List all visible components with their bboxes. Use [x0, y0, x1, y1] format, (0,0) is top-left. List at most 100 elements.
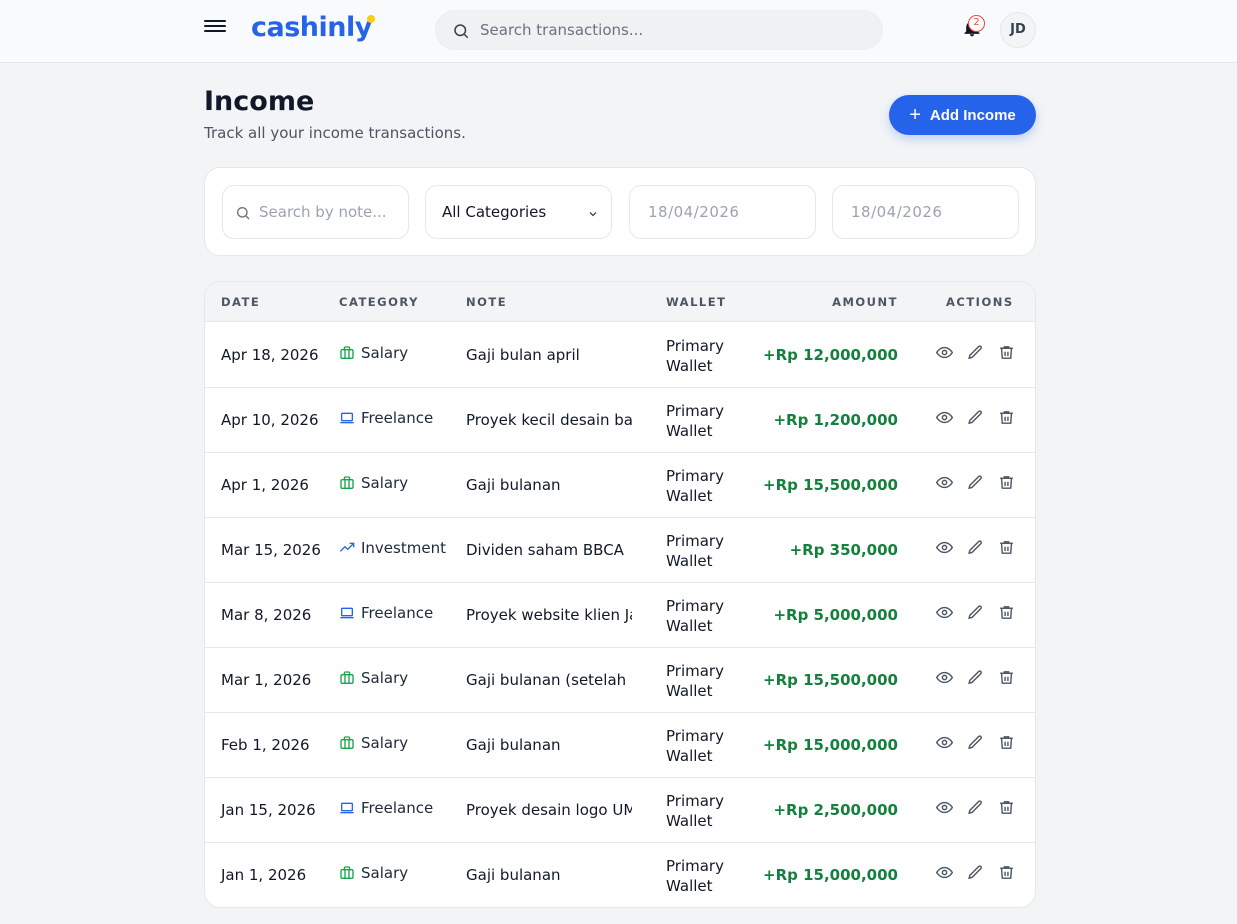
- view-icon[interactable]: [936, 409, 953, 426]
- row-date: Apr 1, 2026: [221, 476, 309, 494]
- row-actions: [936, 799, 1015, 816]
- row-amount: +Rp 350,000: [789, 541, 898, 559]
- delete-icon[interactable]: [998, 539, 1015, 556]
- row-actions: [936, 344, 1015, 361]
- view-icon[interactable]: [936, 799, 953, 816]
- salary-icon: [339, 345, 355, 361]
- delete-icon[interactable]: [998, 344, 1015, 361]
- logo[interactable]: cashinly: [251, 12, 375, 43]
- income-table: DATE CATEGORY NOTE WALLET AMOUNT ACTIONS…: [204, 281, 1036, 908]
- row-amount: +Rp 15,500,000: [763, 476, 898, 494]
- edit-icon[interactable]: [967, 864, 984, 881]
- row-category-label: Freelance: [361, 604, 434, 622]
- global-search-input[interactable]: [480, 11, 860, 49]
- table-row: Feb 1, 2026 Salary Gaji bulanan Primary Wal…: [205, 713, 1035, 778]
- delete-icon[interactable]: [998, 799, 1015, 816]
- logo-dot: [366, 15, 375, 23]
- delete-icon[interactable]: [998, 409, 1015, 426]
- table-row: Apr 1, 2026 Salary Gaji bulanan Primary Wal…: [205, 453, 1035, 518]
- view-icon[interactable]: [936, 734, 953, 751]
- row-note: Gaji bulanan: [466, 866, 561, 884]
- row-category: Salary: [339, 864, 408, 882]
- row-wallet: Primary Wallet: [666, 792, 724, 830]
- delete-icon[interactable]: [998, 669, 1015, 686]
- row-actions: [936, 474, 1015, 491]
- row-category: Freelance: [339, 604, 433, 622]
- add-income-button[interactable]: + Add Income: [889, 95, 1036, 135]
- page-title: Income: [204, 86, 315, 117]
- salary-icon: [339, 735, 355, 751]
- row-amount: +Rp 15,500,000: [763, 671, 898, 689]
- edit-icon[interactable]: [967, 344, 984, 361]
- view-icon[interactable]: [936, 344, 953, 361]
- row-amount: +Rp 5,000,000: [773, 606, 898, 624]
- row-category-label: Freelance: [361, 409, 434, 427]
- table-row: Mar 1, 2026 Salary Gaji bulanan (setelah k…: [205, 648, 1035, 713]
- table-row: Mar 15, 2026 Investment Dividen saham BBCA…: [205, 518, 1035, 583]
- table-row: Apr 10, 2026 Freelance Proyek kecil desain…: [205, 388, 1035, 453]
- chevron-down-icon: [589, 212, 597, 217]
- row-wallet: Primary Wallet: [666, 857, 724, 895]
- date-from-value: 18/04/2026: [648, 203, 740, 221]
- row-category-label: Investment: [361, 539, 446, 557]
- note-search[interactable]: [222, 185, 409, 239]
- row-wallet: Primary Wallet: [666, 337, 724, 375]
- column-header-wallet: WALLET: [666, 295, 727, 309]
- notification-badge: 2: [968, 15, 985, 32]
- view-icon[interactable]: [936, 539, 953, 556]
- row-category: Salary: [339, 669, 408, 687]
- delete-icon[interactable]: [998, 734, 1015, 751]
- column-header-note: NOTE: [466, 295, 508, 309]
- salary-icon: [339, 865, 355, 881]
- delete-icon[interactable]: [998, 864, 1015, 881]
- row-date: Mar 1, 2026: [221, 671, 312, 689]
- date-to-field[interactable]: 18/04/2026: [832, 185, 1019, 239]
- category-select-value: All Categories: [442, 203, 547, 221]
- row-category-label: Salary: [361, 734, 409, 752]
- row-date: Mar 15, 2026: [221, 541, 321, 559]
- plus-icon: +: [909, 104, 921, 126]
- column-header-actions: ACTIONS: [946, 295, 1014, 309]
- row-date: Jan 1, 2026: [221, 866, 307, 884]
- row-note: Dividen saham BBCA: [466, 541, 624, 559]
- top-bar: cashinly 2 JD: [0, 0, 1237, 63]
- row-date: Jan 15, 2026: [221, 801, 316, 819]
- row-wallet: Primary Wallet: [666, 727, 724, 765]
- row-wallet: Primary Wallet: [666, 402, 724, 440]
- date-from-field[interactable]: 18/04/2026: [629, 185, 816, 239]
- global-search[interactable]: [435, 10, 883, 50]
- row-category-label: Salary: [361, 344, 409, 362]
- date-to-value: 18/04/2026: [851, 203, 943, 221]
- edit-icon[interactable]: [967, 474, 984, 491]
- row-amount: +Rp 12,000,000: [763, 346, 898, 364]
- column-header-date: DATE: [221, 295, 261, 309]
- view-icon[interactable]: [936, 864, 953, 881]
- edit-icon[interactable]: [967, 539, 984, 556]
- row-actions: [936, 409, 1015, 426]
- row-date: Feb 1, 2026: [221, 736, 310, 754]
- salary-icon: [339, 670, 355, 686]
- row-category: Salary: [339, 734, 408, 752]
- filter-bar: All Categories 18/04/2026 18/04/2026: [204, 167, 1036, 256]
- view-icon[interactable]: [936, 669, 953, 686]
- table-header: DATE CATEGORY NOTE WALLET AMOUNT ACTIONS: [205, 282, 1035, 322]
- edit-icon[interactable]: [967, 604, 984, 621]
- edit-icon[interactable]: [967, 409, 984, 426]
- row-category: Salary: [339, 344, 408, 362]
- hamburger-menu-icon[interactable]: [204, 17, 226, 37]
- edit-icon[interactable]: [967, 734, 984, 751]
- edit-icon[interactable]: [967, 799, 984, 816]
- row-category-label: Freelance: [361, 799, 434, 817]
- view-icon[interactable]: [936, 604, 953, 621]
- row-actions: [936, 734, 1015, 751]
- delete-icon[interactable]: [998, 474, 1015, 491]
- avatar[interactable]: JD: [1000, 12, 1036, 48]
- edit-icon[interactable]: [967, 669, 984, 686]
- row-note: Gaji bulan april: [466, 346, 580, 364]
- category-select[interactable]: All Categories: [425, 185, 612, 239]
- laptop-icon: [339, 800, 355, 816]
- row-category-label: Salary: [361, 669, 409, 687]
- delete-icon[interactable]: [998, 604, 1015, 621]
- view-icon[interactable]: [936, 474, 953, 491]
- row-wallet: Primary Wallet: [666, 467, 724, 505]
